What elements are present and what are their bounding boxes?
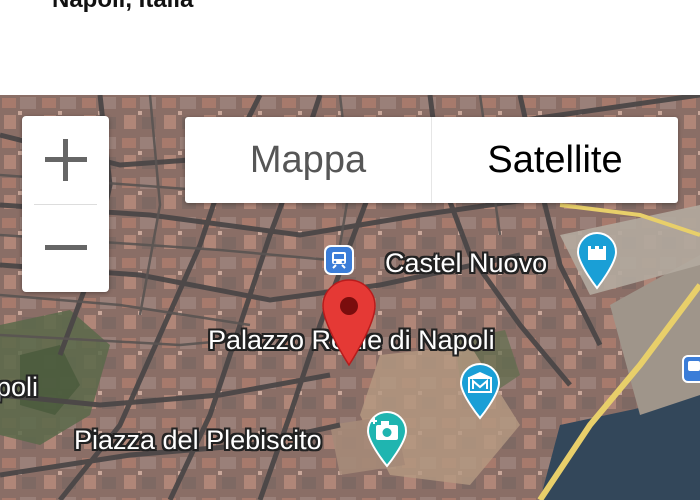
zoom-control: [22, 116, 109, 292]
place-label-castel-nuovo[interactable]: Castel Nuovo: [385, 248, 547, 279]
camera-icon[interactable]: [365, 410, 409, 468]
zoom-out-button[interactable]: [22, 204, 109, 292]
map-type-switch: Mappa Satellite: [185, 117, 678, 203]
museum-icon[interactable]: [458, 362, 502, 420]
map-type-mappa-button[interactable]: Mappa: [185, 117, 432, 203]
transit-icon-partial[interactable]: [682, 355, 700, 383]
address-title: Napoli, Italia: [52, 0, 193, 14]
map-type-satellite-button[interactable]: Satellite: [432, 117, 678, 203]
zoom-in-button[interactable]: [22, 116, 109, 204]
plus-icon: [44, 139, 87, 181]
location-pin-icon[interactable]: [320, 277, 378, 367]
train-station-icon[interactable]: [324, 245, 354, 275]
place-label-partial-left[interactable]: poli: [0, 372, 38, 403]
minus-icon: [44, 227, 87, 269]
place-label-piazza-plebiscito[interactable]: Piazza del Plebiscito: [74, 425, 322, 456]
castle-icon[interactable]: [574, 230, 620, 290]
header-area: Napoli, Italia: [0, 0, 700, 95]
